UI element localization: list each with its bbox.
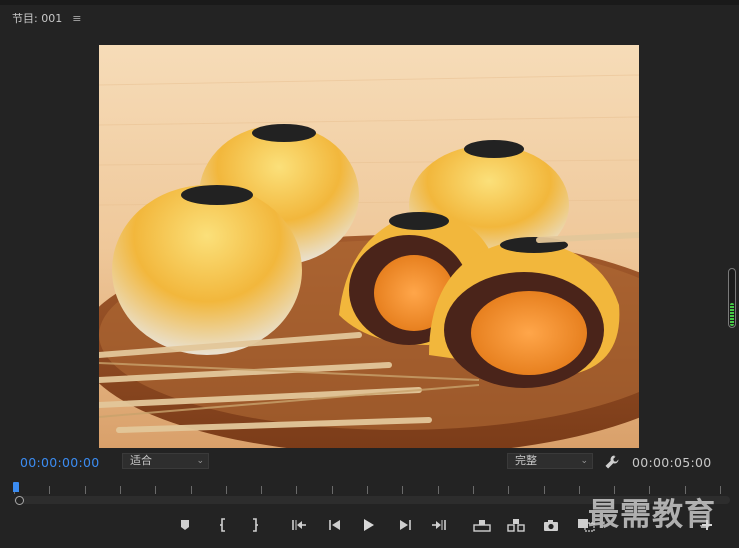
current-timecode[interactable]: 00:00:00:00 — [20, 455, 100, 470]
ruler-tick — [84, 486, 86, 494]
ruler-tick — [543, 486, 545, 494]
audio-meter — [728, 268, 736, 328]
camera-icon — [544, 519, 558, 531]
fit-select-value: 适合 — [130, 454, 152, 467]
chevron-down-icon: ⌄ — [580, 456, 588, 466]
extract-button[interactable] — [505, 514, 527, 536]
top-border — [0, 0, 739, 5]
export-frame-button[interactable] — [540, 514, 562, 536]
lift-icon — [473, 520, 491, 532]
play-icon — [364, 519, 374, 531]
quality-select[interactable]: 完整 ⌄ — [507, 453, 593, 469]
ruler-tick — [578, 486, 580, 494]
ruler-tick — [508, 486, 510, 494]
mark-in-button[interactable] — [212, 514, 234, 536]
step-forward-icon — [400, 520, 411, 530]
go-to-out-button[interactable] — [428, 514, 450, 536]
mark-in-icon — [220, 518, 225, 532]
step-forward-button[interactable] — [394, 514, 416, 536]
play-button[interactable] — [358, 514, 380, 536]
zoom-scrollbar-handle[interactable] — [15, 496, 24, 505]
step-back-icon — [329, 520, 340, 530]
go-to-out-icon — [432, 520, 446, 530]
ruler-tick — [402, 486, 404, 494]
lift-button[interactable] — [471, 514, 493, 536]
chevron-down-icon: ⌄ — [196, 456, 204, 466]
ruler-tick — [720, 486, 721, 494]
controls-row: 00:00:00:00 适合 ⌄ 完整 ⌄ 00:00:05:00 — [0, 452, 739, 472]
quality-select-value: 完整 — [515, 454, 537, 467]
hamburger-menu-icon[interactable]: ≡ — [72, 12, 81, 25]
ruler-tick — [49, 486, 51, 494]
ruler-tick — [296, 486, 298, 494]
ruler-tick — [367, 486, 368, 494]
watermark: 最需教育 — [588, 497, 716, 533]
fit-select[interactable]: 适合 ⌄ — [122, 453, 209, 469]
step-back-button[interactable] — [324, 514, 346, 536]
go-to-in-button[interactable] — [288, 514, 310, 536]
ruler-tick — [190, 486, 192, 494]
ruler-tick — [225, 486, 227, 494]
mark-out-icon — [253, 518, 258, 532]
audio-meter-fill — [730, 302, 734, 326]
playhead[interactable] — [13, 482, 19, 492]
ruler-tick — [437, 486, 439, 494]
panel-header: 节目: 001 ≡ — [12, 10, 81, 26]
ruler-tick — [119, 486, 121, 494]
ruler-tick — [331, 486, 333, 494]
wrench-icon[interactable] — [604, 454, 620, 470]
duration-timecode[interactable]: 00:00:05:00 — [632, 455, 712, 470]
ruler-tick — [155, 486, 157, 494]
go-to-in-icon — [292, 520, 306, 530]
mark-out-button[interactable] — [244, 514, 266, 536]
ruler-tick — [261, 486, 263, 494]
marker-icon — [181, 520, 189, 530]
panel-title[interactable]: 节目: 001 — [12, 10, 62, 26]
program-preview[interactable] — [99, 45, 639, 448]
extract-icon — [507, 519, 525, 532]
preview-frame-image — [99, 45, 639, 448]
ruler-tick — [472, 486, 474, 494]
add-marker-button[interactable] — [174, 514, 196, 536]
